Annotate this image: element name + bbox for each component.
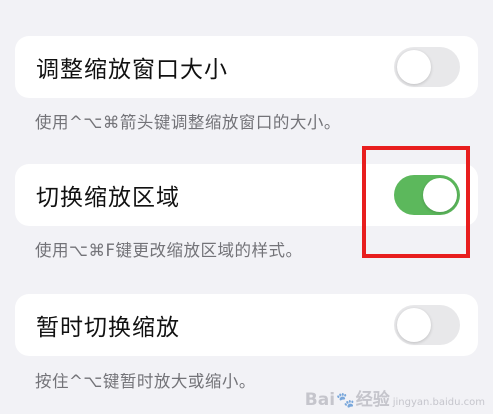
red-highlight-box: [362, 146, 470, 258]
paw-icon: 🐾: [336, 391, 355, 409]
resize-zoom-window-toggle[interactable]: [394, 47, 460, 87]
setting-label: 调整缩放窗口大小: [36, 57, 228, 83]
baidu-jingyan-watermark: Bai🐾经验 jingyan.baidu.com: [305, 385, 485, 410]
watermark-brand-left: Bai: [304, 390, 336, 410]
setting-row-resize-zoom-window: 调整缩放窗口大小: [15, 36, 478, 98]
setting-description: 按住^⌥键暂时放大或缩小。: [35, 372, 256, 391]
watermark-domain: jingyan.baidu.com: [392, 397, 485, 408]
setting-row-temporarily-toggle-zoom: 暂时切换缩放: [15, 294, 478, 356]
temporarily-toggle-zoom-toggle[interactable]: [394, 305, 460, 345]
toggle-knob: [397, 308, 431, 342]
watermark-brand-right: 经验: [355, 390, 390, 410]
setting-description: 使用^⌥⌘箭头键调整缩放窗口的大小。: [35, 113, 341, 132]
setting-label: 暂时切换缩放: [36, 315, 180, 341]
setting-description: 使用⌥⌘F键更改缩放区域的样式。: [35, 241, 303, 260]
toggle-knob: [397, 50, 431, 84]
setting-label: 切换缩放区域: [36, 185, 180, 211]
